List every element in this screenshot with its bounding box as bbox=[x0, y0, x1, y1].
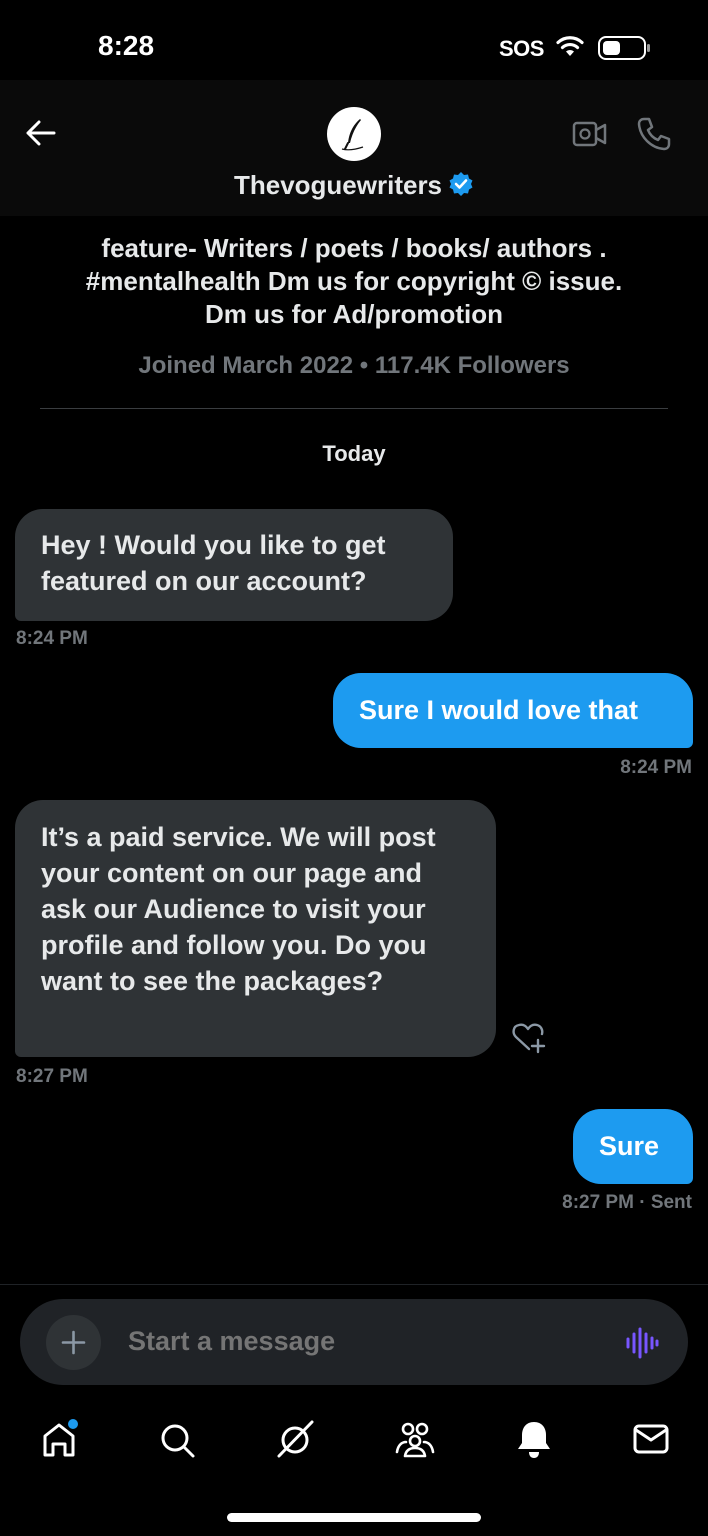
messages-icon[interactable] bbox=[631, 1418, 671, 1460]
message-received[interactable]: It’s a paid service. We will post your c… bbox=[15, 800, 496, 1057]
status-time: 8:28 bbox=[98, 30, 155, 61]
contact-name-text: Thevoguewriters bbox=[233, 170, 443, 200]
message-timestamp: 8:24 PM bbox=[16, 628, 88, 649]
communities-icon[interactable] bbox=[393, 1418, 437, 1460]
home-icon[interactable] bbox=[41, 1418, 81, 1460]
search-icon[interactable] bbox=[158, 1418, 198, 1460]
back-arrow-icon[interactable] bbox=[24, 118, 56, 148]
avatar[interactable] bbox=[327, 107, 381, 161]
wifi-icon bbox=[556, 36, 584, 56]
bio-line: feature- Writers / poets / books/ author… bbox=[101, 233, 607, 263]
phone-icon[interactable] bbox=[636, 116, 672, 152]
plus-icon bbox=[61, 1330, 86, 1355]
verified-icon bbox=[449, 172, 473, 196]
avatar-quill-icon bbox=[341, 119, 364, 151]
notifications-icon[interactable] bbox=[514, 1418, 554, 1460]
bio-line: #mentalhealth Dm us for copyright © issu… bbox=[85, 266, 623, 296]
voice-icon[interactable] bbox=[624, 1326, 660, 1360]
message-sent[interactable]: Sure I would love that bbox=[333, 673, 693, 748]
contact-name[interactable]: Thevoguewriters bbox=[0, 170, 708, 201]
date-separator: Today bbox=[322, 441, 386, 466]
divider bbox=[40, 408, 668, 409]
bio-line: Dm us for Ad/promotion bbox=[204, 299, 503, 329]
divider bbox=[0, 1284, 708, 1285]
joined-followers: Joined March 2022 • 117.4K Followers bbox=[138, 352, 570, 379]
grok-icon[interactable] bbox=[275, 1418, 317, 1460]
home-indicator bbox=[227, 1513, 481, 1522]
message-received[interactable]: Hey ! Would you like to get featured on … bbox=[15, 509, 453, 621]
sos-indicator: SOS bbox=[499, 36, 544, 61]
message-timestamp: 8:27 PM · Sent bbox=[562, 1192, 692, 1213]
message-sent[interactable]: Sure bbox=[573, 1109, 693, 1184]
battery-icon bbox=[598, 36, 650, 60]
message-timestamp: 8:24 PM bbox=[620, 757, 692, 778]
add-media-button[interactable] bbox=[46, 1315, 101, 1370]
heart-plus-icon[interactable] bbox=[511, 1020, 547, 1054]
message-timestamp: 8:27 PM bbox=[16, 1066, 88, 1087]
message-input[interactable] bbox=[128, 1326, 568, 1357]
profile-bio: feature- Writers / poets / books/ author… bbox=[30, 232, 678, 331]
video-call-icon[interactable] bbox=[572, 118, 608, 150]
